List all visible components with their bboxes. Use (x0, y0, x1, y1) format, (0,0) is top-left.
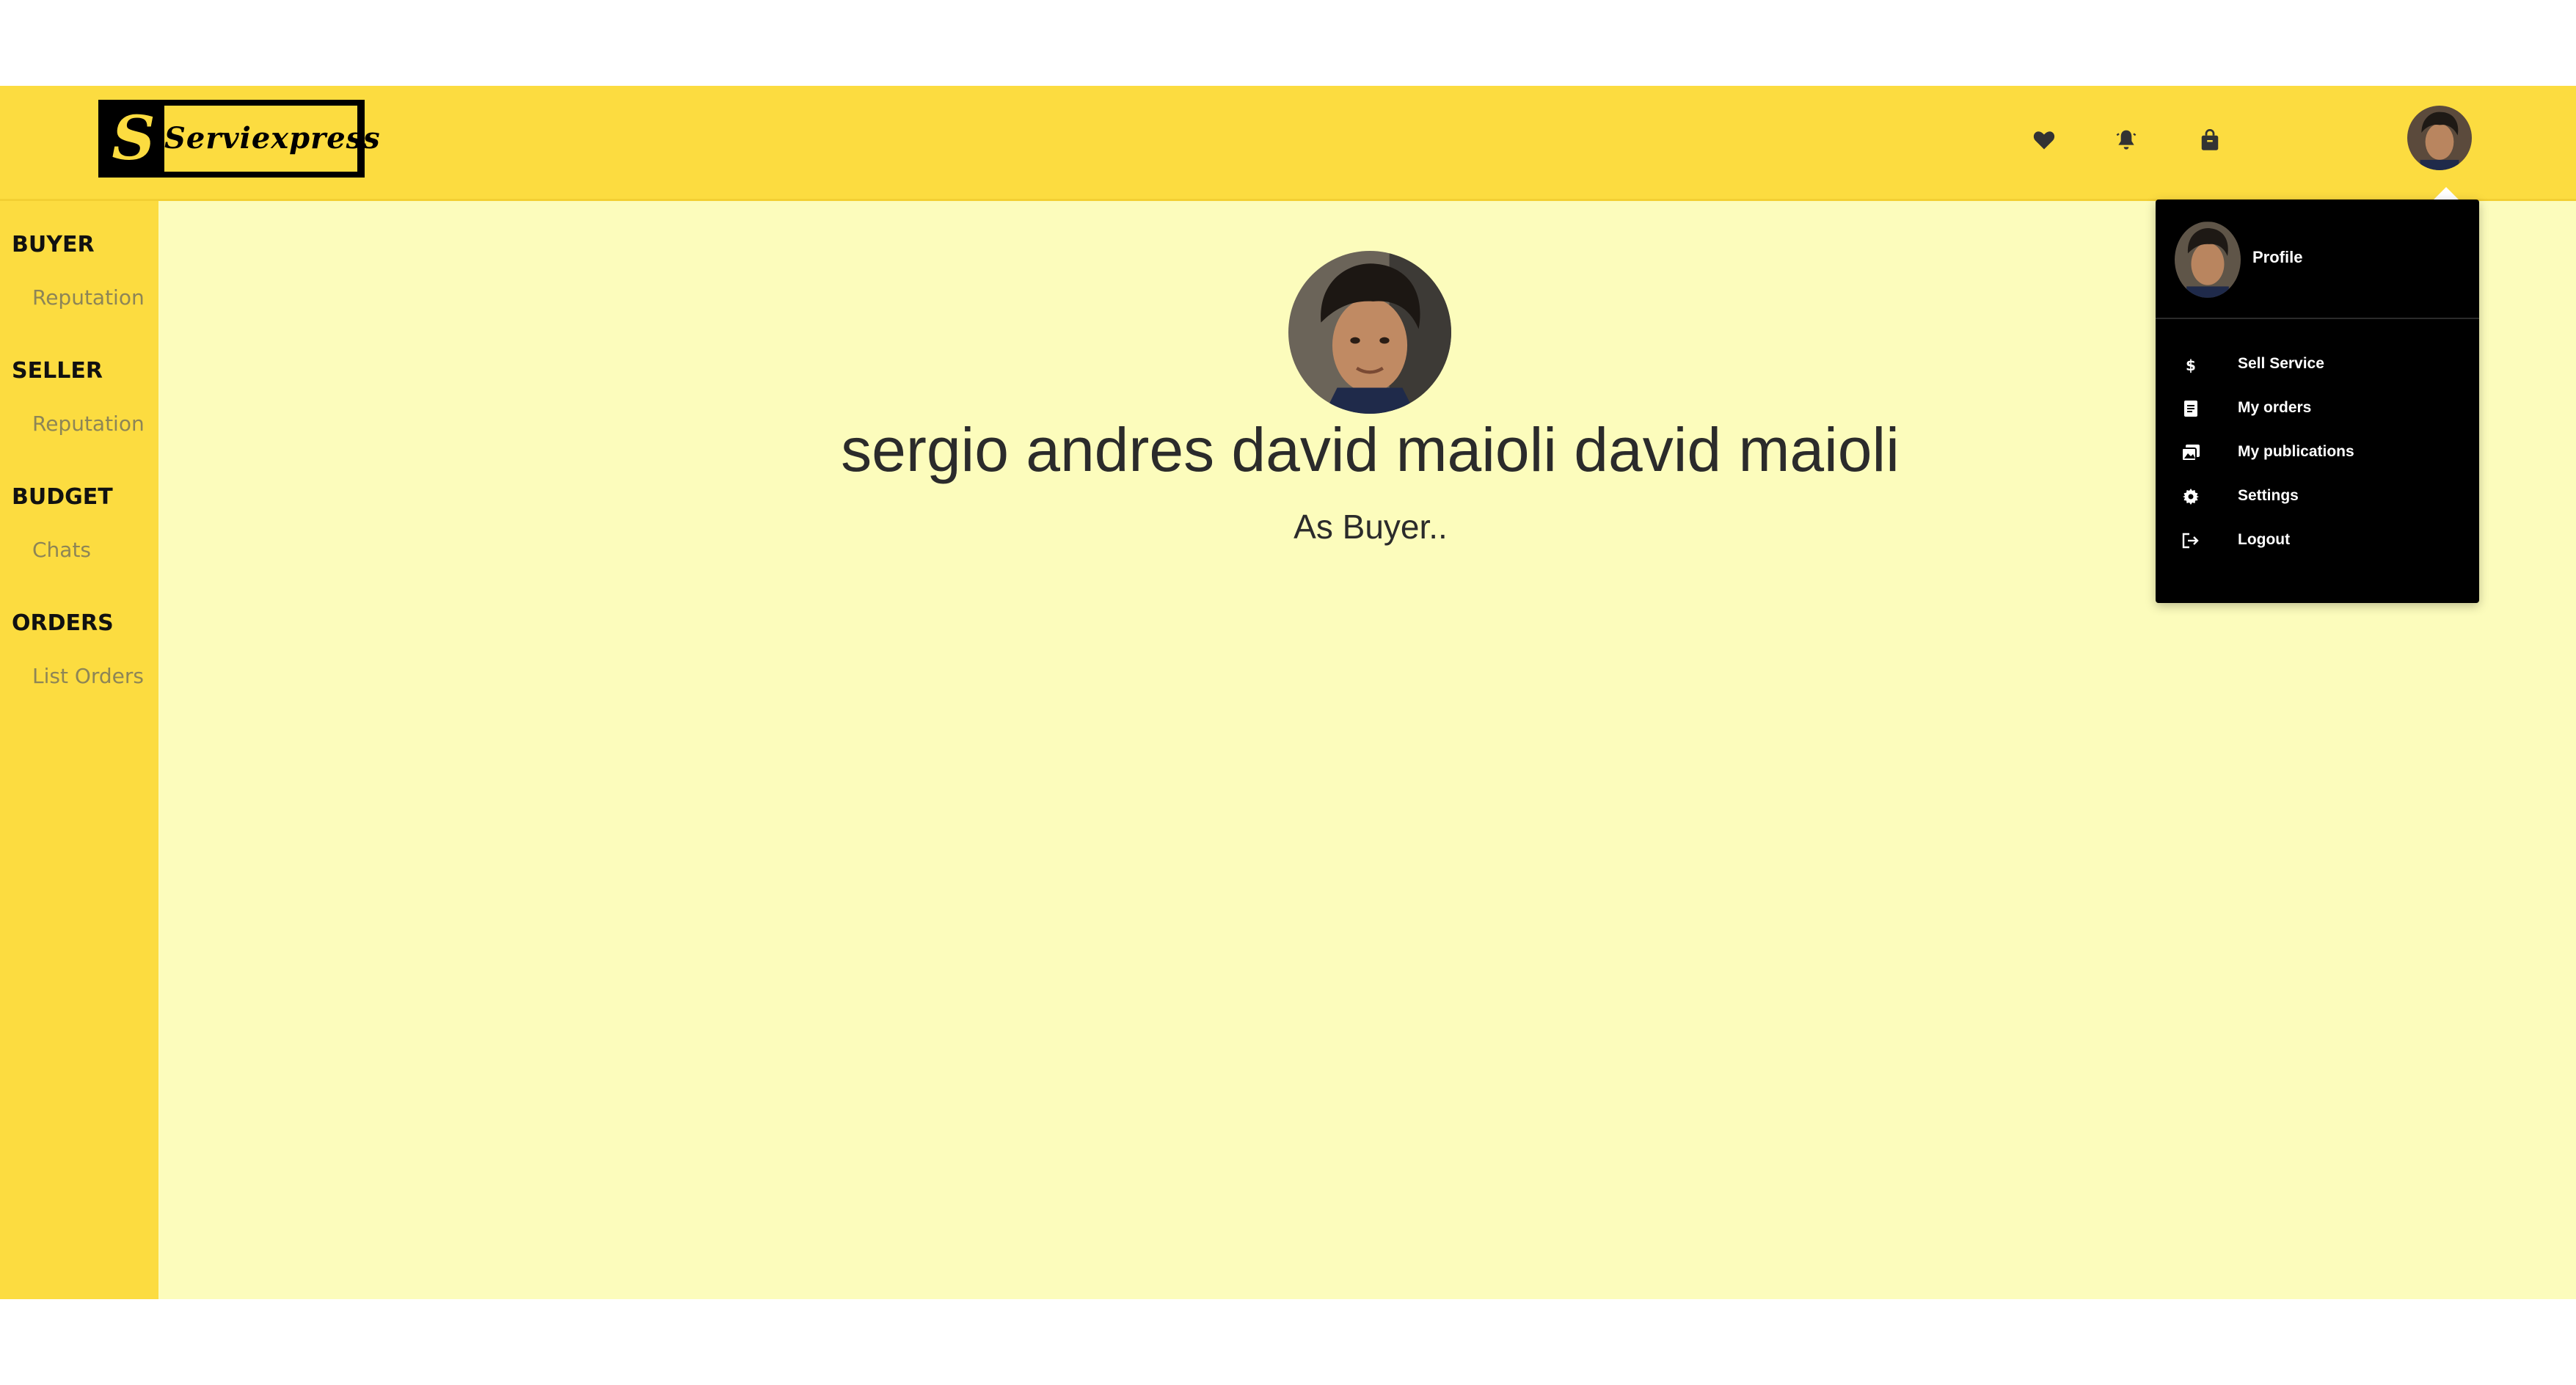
brand-logo-mark: S (106, 107, 161, 170)
dropdown-divider (2156, 318, 2479, 319)
brand-logo[interactable]: S Serviexpress (98, 100, 380, 178)
profile-avatar (1288, 251, 1451, 414)
profile-photo (1288, 251, 1451, 414)
document-icon (2181, 398, 2201, 419)
bell-icon (2116, 130, 2137, 150)
sidebar-item-list-orders[interactable]: List Orders (32, 664, 144, 688)
menu-item-profile-label: Profile (2252, 248, 2303, 266)
app-window: S Serviexpress BUYER Reputation SELLER R… (0, 86, 2576, 1299)
page-subtitle: As Buyer.. (1294, 508, 1448, 546)
menu-item-label: My orders (2238, 399, 2312, 416)
menu-item-label: My publications (2238, 443, 2354, 460)
sidebar-heading-seller: SELLER (12, 358, 103, 384)
sidebar: BUYER Reputation SELLER Reputation BUDGE… (0, 201, 158, 1299)
menu-item-label: Logout (2238, 531, 2291, 548)
menu-item-profile[interactable]: Profile (2156, 200, 2479, 317)
shopping-bag-icon (2201, 129, 2219, 150)
dropdown-avatar (2175, 222, 2241, 298)
menu-item-label: Settings (2238, 487, 2299, 504)
menu-item-my-publications[interactable]: My publications (2156, 432, 2479, 473)
user-avatar-button[interactable] (2407, 106, 2472, 170)
menu-item-settings[interactable]: Settings (2156, 476, 2479, 517)
favorites-button[interactable] (2028, 124, 2060, 156)
menu-item-logout[interactable]: Logout (2156, 520, 2479, 561)
brand-logo-text: Serviexpress (164, 106, 380, 172)
logout-icon (2181, 530, 2201, 551)
sidebar-heading-buyer: BUYER (12, 232, 95, 257)
menu-item-my-orders[interactable]: My orders (2156, 388, 2479, 429)
heart-icon (2033, 131, 2055, 150)
sidebar-heading-orders: ORDERS (12, 610, 114, 636)
page-title: sergio andres david maioli david maioli (841, 415, 1900, 484)
user-dropdown-menu: Profile $ Sell Service My orders My publ… (2156, 200, 2479, 603)
sidebar-item-seller-reputation[interactable]: Reputation (32, 412, 145, 436)
dollar-icon: $ (2181, 354, 2201, 375)
top-navbar: S Serviexpress (0, 86, 2576, 201)
sidebar-heading-budget: BUDGET (12, 484, 113, 510)
sidebar-item-buyer-reputation[interactable]: Reputation (32, 285, 145, 310)
gear-icon (2181, 486, 2201, 507)
avatar (2407, 106, 2472, 170)
svg-text:$: $ (2186, 357, 2196, 374)
menu-item-sell-service[interactable]: $ Sell Service (2156, 344, 2479, 385)
avatar (2175, 222, 2241, 298)
menu-item-label: Sell Service (2238, 355, 2324, 372)
notifications-button[interactable] (2110, 124, 2142, 156)
sidebar-item-chats[interactable]: Chats (32, 538, 91, 562)
images-icon (2181, 442, 2201, 463)
cart-button[interactable] (2194, 124, 2226, 156)
